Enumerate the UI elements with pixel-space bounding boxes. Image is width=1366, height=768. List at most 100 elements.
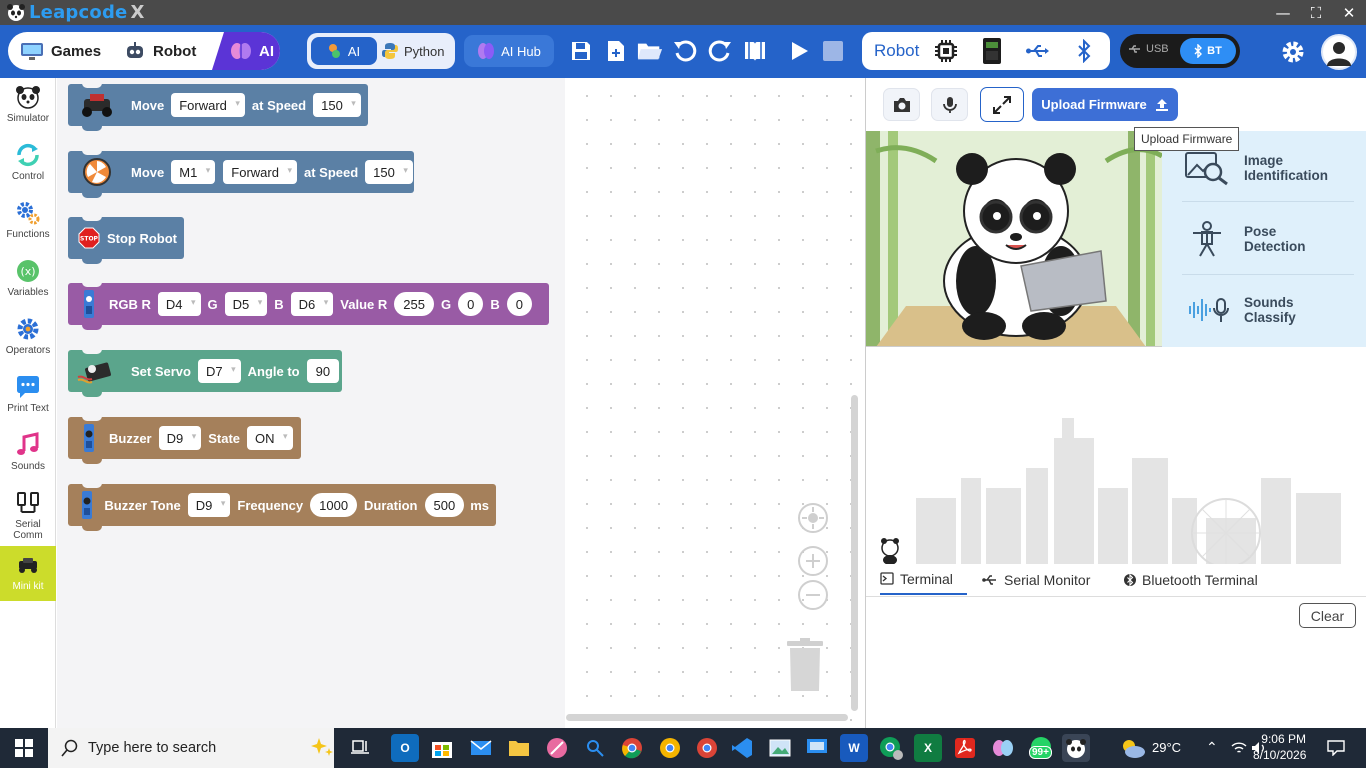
- close-button[interactable]: ✕: [1332, 0, 1366, 25]
- user-avatar[interactable]: [1321, 34, 1357, 70]
- motor-speed-dropdown[interactable]: 150: [365, 160, 413, 184]
- recenter-button[interactable]: [798, 503, 828, 533]
- servo-pin-dropdown[interactable]: D7: [197, 359, 241, 383]
- ai-sounds-classify[interactable]: Sounds Classify: [1182, 284, 1352, 336]
- vscode-app[interactable]: [728, 734, 756, 762]
- start-button[interactable]: [0, 728, 48, 768]
- weather-widget[interactable]: [1118, 734, 1148, 762]
- category-simulator[interactable]: Simulator: [0, 78, 56, 136]
- rgb-value-b-input[interactable]: 0: [506, 292, 532, 316]
- paint-app[interactable]: [543, 734, 571, 762]
- file-explorer-app[interactable]: [505, 734, 533, 762]
- buzzer-duration-input[interactable]: 500: [424, 493, 465, 517]
- image-viewer-app[interactable]: [766, 734, 794, 762]
- redo-button[interactable]: [707, 38, 733, 64]
- store-app[interactable]: [428, 734, 456, 762]
- block-move[interactable]: Move Forward at Speed 150: [68, 83, 368, 131]
- task-view-button[interactable]: [346, 734, 374, 762]
- code-workspace[interactable]: [565, 78, 865, 728]
- clock-date[interactable]: 8/10/2026: [1253, 748, 1306, 762]
- bt-option[interactable]: BT: [1180, 38, 1236, 64]
- zoom-out-button[interactable]: [798, 580, 828, 610]
- usb-connect-button[interactable]: [1024, 37, 1052, 65]
- lang-python-button[interactable]: Python: [381, 37, 451, 65]
- connection-toggle[interactable]: USB BT: [1120, 34, 1240, 68]
- buzzer-pin-dropdown[interactable]: D9: [158, 426, 202, 450]
- tab-robot[interactable]: Robot: [112, 32, 212, 70]
- buzzer-frequency-input[interactable]: 1000: [310, 493, 358, 517]
- motor-dropdown[interactable]: M1: [171, 160, 216, 184]
- trash-can[interactable]: [785, 638, 825, 693]
- word-app[interactable]: W: [840, 734, 868, 762]
- clear-button[interactable]: Clear: [1299, 603, 1356, 628]
- block-stop-robot[interactable]: STOP Stop Robot: [68, 216, 184, 264]
- servo-angle-input[interactable]: 90: [306, 359, 340, 383]
- rgb-pin-g-dropdown[interactable]: D5: [224, 292, 268, 316]
- category-sounds[interactable]: Sounds: [0, 426, 56, 484]
- category-print-text[interactable]: Print Text: [0, 368, 56, 426]
- chevron-up-icon[interactable]: ⌃: [1206, 739, 1218, 756]
- taskbar-search-box[interactable]: Type here to search: [48, 728, 334, 768]
- move-speed-dropdown[interactable]: 150: [313, 93, 361, 117]
- category-variables[interactable]: (x) Variables: [0, 252, 56, 310]
- mail-app[interactable]: [467, 734, 495, 762]
- tab-serial-monitor[interactable]: Serial Monitor: [982, 564, 1090, 595]
- open-folder-button[interactable]: [637, 38, 663, 64]
- maximize-button[interactable]: ⛶: [1299, 0, 1333, 25]
- tab-ai[interactable]: AI: [212, 32, 280, 70]
- clock-time[interactable]: 9:06 PM: [1260, 732, 1306, 746]
- horizontal-scrollbar[interactable]: [566, 714, 848, 721]
- notifications-button[interactable]: [1322, 734, 1350, 762]
- device-button[interactable]: [978, 37, 1006, 65]
- ai-pose-detection[interactable]: Pose Detection: [1182, 213, 1352, 265]
- buzzer-tone-pin-dropdown[interactable]: D9: [187, 493, 231, 517]
- category-functions[interactable]: Functions: [0, 194, 56, 252]
- save-button[interactable]: [568, 38, 594, 64]
- leapcode-app[interactable]: [1062, 734, 1090, 762]
- run-button[interactable]: [786, 38, 812, 64]
- lang-ai-button[interactable]: AI: [311, 37, 377, 65]
- chrome-app-2[interactable]: [656, 734, 684, 762]
- block-rgb[interactable]: RGB R D4 G D5 B D6 Value R 255 G 0 B 0: [68, 282, 549, 330]
- rgb-value-g-input[interactable]: 0: [458, 292, 484, 316]
- microphone-button[interactable]: [931, 88, 968, 121]
- board-button[interactable]: [932, 37, 960, 65]
- category-operators[interactable]: Operators: [0, 310, 56, 368]
- camera-button[interactable]: [883, 88, 920, 121]
- bluetooth-connect-button[interactable]: [1070, 37, 1098, 65]
- block-move-motor[interactable]: Move M1 Forward at Speed 150: [68, 150, 414, 198]
- vertical-scrollbar[interactable]: [851, 395, 858, 711]
- tab-terminal[interactable]: Terminal: [880, 564, 967, 595]
- chrome-profile-app[interactable]: [877, 734, 905, 762]
- book-button[interactable]: [742, 38, 768, 64]
- category-mini-kit[interactable]: Mini kit: [0, 546, 56, 601]
- block-buzzer[interactable]: Buzzer D9 State ON: [68, 416, 301, 464]
- stop-button[interactable]: [820, 38, 846, 64]
- rgb-pin-r-dropdown[interactable]: D4: [157, 292, 201, 316]
- chrome-app[interactable]: [618, 734, 646, 762]
- outlook-app[interactable]: O: [391, 734, 419, 762]
- chrome-app-3[interactable]: [693, 734, 721, 762]
- tab-games[interactable]: Games: [8, 32, 112, 70]
- undo-button[interactable]: [672, 38, 698, 64]
- network-button[interactable]: [1228, 734, 1250, 762]
- motor-direction-dropdown[interactable]: Forward: [223, 160, 297, 184]
- new-file-button[interactable]: [603, 38, 629, 64]
- expand-button[interactable]: [980, 87, 1024, 122]
- ai-hub-button[interactable]: AI Hub: [464, 35, 554, 67]
- rgb-pin-b-dropdown[interactable]: D6: [290, 292, 334, 316]
- whatsapp-app[interactable]: 99+: [1027, 734, 1055, 762]
- category-serial-comm[interactable]: Serial Comm: [0, 484, 56, 546]
- acrobat-app[interactable]: [951, 734, 979, 762]
- settings-button[interactable]: [1280, 39, 1306, 65]
- rgb-value-r-input[interactable]: 255: [394, 292, 434, 316]
- block-set-servo[interactable]: Set Servo D7 Angle to 90: [68, 349, 342, 397]
- usb-option[interactable]: USB: [1128, 43, 1169, 55]
- minimize-button[interactable]: —: [1266, 0, 1300, 25]
- buzzer-state-dropdown[interactable]: ON: [247, 426, 293, 450]
- excel-app[interactable]: X: [914, 734, 942, 762]
- block-buzzer-tone[interactable]: Buzzer Tone D9 Frequency 1000 Duration 5…: [68, 483, 496, 531]
- move-direction-dropdown[interactable]: Forward: [171, 93, 245, 117]
- brain-app[interactable]: [989, 734, 1017, 762]
- tab-bluetooth-terminal[interactable]: Bluetooth Terminal: [1124, 564, 1258, 595]
